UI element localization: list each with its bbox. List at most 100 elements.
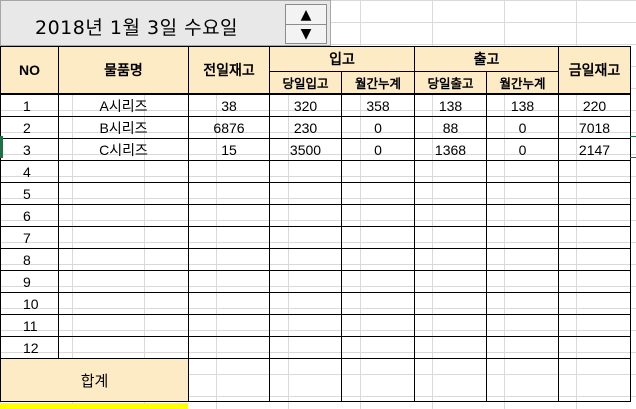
cell-inbound-today[interactable] (269, 226, 342, 249)
cell-item[interactable] (58, 292, 189, 315)
cell-inbound-today[interactable] (269, 314, 342, 337)
cell-inbound-monthly[interactable] (341, 160, 415, 183)
cell-outbound-monthly[interactable] (486, 270, 559, 293)
cell-today-stock[interactable] (558, 292, 631, 315)
cell-item[interactable] (58, 336, 189, 359)
cell-item[interactable]: C시리즈 (58, 138, 189, 161)
cell-prev-stock[interactable]: 15 (188, 138, 270, 161)
cell-prev-stock[interactable] (188, 182, 270, 205)
cell-prev-stock[interactable] (188, 336, 270, 359)
cell-inbound-today[interactable] (269, 270, 342, 293)
cell-no[interactable]: 10 (0, 292, 59, 315)
cell-prev-stock[interactable]: 6876 (188, 116, 270, 139)
cell-inbound-today[interactable]: 3500 (269, 138, 342, 161)
cell-inbound-monthly[interactable] (341, 336, 415, 359)
cell-inbound-monthly[interactable] (341, 248, 415, 271)
header-today-stock[interactable]: 금일재고 (558, 46, 631, 95)
highlighted-cell[interactable] (0, 403, 188, 409)
cell-inbound-today[interactable] (269, 160, 342, 183)
cell-today-stock[interactable]: 2147 (558, 138, 631, 161)
cell-no[interactable]: 2 (0, 116, 59, 139)
cell-today-stock[interactable] (558, 336, 631, 359)
cell-inbound-today[interactable] (269, 182, 342, 205)
cell-item[interactable]: B시리즈 (58, 116, 189, 139)
cell-today-stock[interactable] (558, 182, 631, 205)
header-no[interactable]: NO (0, 46, 59, 95)
cell-no[interactable]: 5 (0, 182, 59, 205)
cell-outbound-monthly[interactable]: 138 (486, 93, 559, 117)
cell-inbound-today[interactable] (269, 336, 342, 359)
cell-today-stock[interactable]: 7018 (558, 116, 631, 139)
cell-no[interactable]: 4 (0, 160, 59, 183)
total-label[interactable]: 합계 (0, 358, 189, 402)
cell-outbound-today[interactable] (414, 226, 487, 249)
cell-outbound-today[interactable]: 88 (414, 116, 487, 139)
cell-outbound-today[interactable] (414, 160, 487, 183)
cell-inbound-monthly[interactable] (341, 204, 415, 227)
cell-no[interactable]: 7 (0, 226, 59, 249)
header-item[interactable]: 물품명 (58, 46, 189, 95)
cell-outbound-today[interactable] (414, 270, 487, 293)
header-inbound[interactable]: 입고 (269, 46, 415, 72)
header-outbound-monthly[interactable]: 월간누계 (486, 71, 559, 95)
cell-outbound-monthly[interactable] (486, 160, 559, 183)
cell-outbound-today[interactable]: 1368 (414, 138, 487, 161)
cell-outbound-today[interactable] (414, 314, 487, 337)
cell-today-stock[interactable]: 220 (558, 93, 631, 117)
cell-inbound-monthly[interactable] (341, 314, 415, 337)
cell-no[interactable]: 9 (0, 270, 59, 293)
cell-prev-stock[interactable]: 38 (188, 93, 270, 117)
cell-today-stock[interactable] (558, 204, 631, 227)
cell-prev-stock[interactable] (188, 292, 270, 315)
cell-item[interactable] (58, 160, 189, 183)
cell-today-stock[interactable] (558, 226, 631, 249)
cell-today-stock[interactable] (558, 248, 631, 271)
cell-inbound-monthly[interactable] (341, 270, 415, 293)
cell-outbound-today[interactable] (414, 336, 487, 359)
cell-outbound-today[interactable] (414, 292, 487, 315)
cell-inbound-monthly[interactable]: 0 (341, 116, 415, 139)
cell-item[interactable] (58, 314, 189, 337)
cell-no[interactable]: 11 (0, 314, 59, 337)
date-spinner[interactable]: ▲ ▼ (285, 4, 327, 44)
cell-no[interactable]: 12 (0, 336, 59, 359)
cell-inbound-monthly[interactable] (341, 292, 415, 315)
cell-inbound-today[interactable]: 320 (269, 93, 342, 117)
cell-inbound-monthly[interactable]: 358 (341, 93, 415, 117)
cell-outbound-monthly[interactable]: 0 (486, 138, 559, 161)
cell-outbound-today[interactable] (414, 248, 487, 271)
cell-prev-stock[interactable] (188, 314, 270, 337)
total-cell[interactable] (486, 358, 559, 402)
cell-item[interactable] (58, 270, 189, 293)
cell-outbound-monthly[interactable] (486, 204, 559, 227)
cell-prev-stock[interactable] (188, 226, 270, 249)
cell-outbound-today[interactable] (414, 182, 487, 205)
cell-inbound-today[interactable] (269, 292, 342, 315)
cell-inbound-today[interactable] (269, 204, 342, 227)
cell-inbound-monthly[interactable] (341, 226, 415, 249)
total-cell[interactable] (558, 358, 631, 402)
cell-no[interactable]: 8 (0, 248, 59, 271)
cell-prev-stock[interactable] (188, 160, 270, 183)
total-cell[interactable] (341, 358, 415, 402)
cell-prev-stock[interactable] (188, 270, 270, 293)
cell-outbound-today[interactable] (414, 204, 487, 227)
cell-item[interactable] (58, 248, 189, 271)
header-inbound-today[interactable]: 당일입고 (269, 71, 342, 95)
total-cell[interactable] (269, 358, 342, 402)
cell-prev-stock[interactable] (188, 204, 270, 227)
spinner-down-icon[interactable]: ▼ (286, 24, 326, 43)
cell-today-stock[interactable] (558, 270, 631, 293)
header-prev-stock[interactable]: 전일재고 (188, 46, 270, 95)
cell-no[interactable]: 3 (0, 138, 59, 161)
cell-today-stock[interactable] (558, 314, 631, 337)
cell-outbound-monthly[interactable]: 0 (486, 116, 559, 139)
total-cell[interactable] (188, 358, 270, 402)
header-outbound-today[interactable]: 당일출고 (414, 71, 487, 95)
spinner-up-icon[interactable]: ▲ (286, 5, 326, 25)
cell-item[interactable] (58, 182, 189, 205)
header-outbound[interactable]: 출고 (414, 46, 559, 72)
cell-outbound-monthly[interactable] (486, 292, 559, 315)
total-cell[interactable] (414, 358, 487, 402)
header-inbound-monthly[interactable]: 월간누계 (341, 71, 415, 95)
